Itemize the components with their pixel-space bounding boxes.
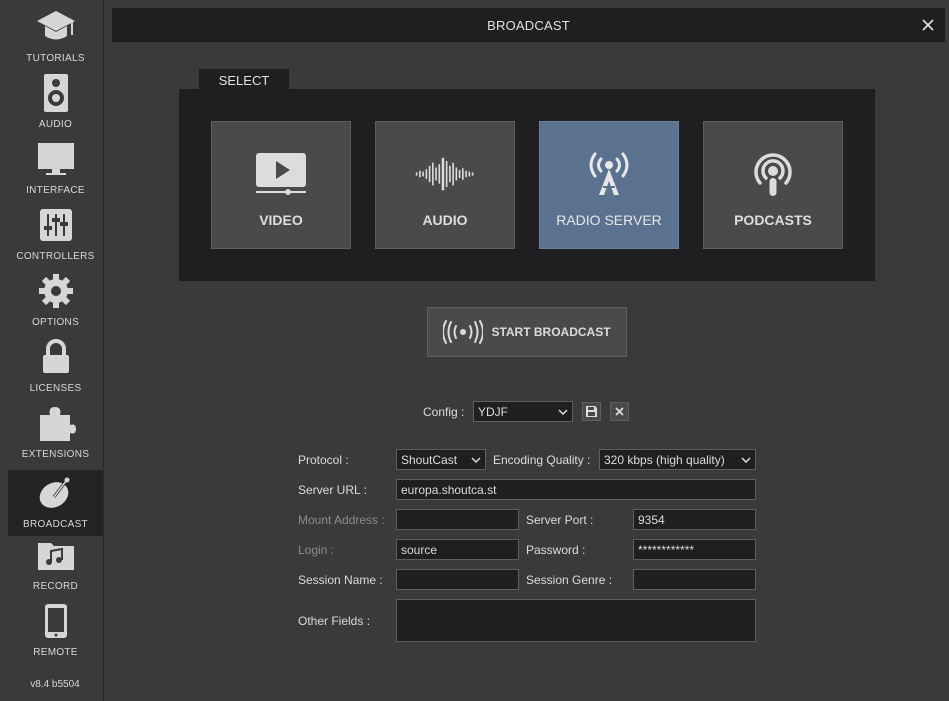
tile-label: AUDIO <box>422 212 468 228</box>
encoding-quality-label: Encoding Quality : <box>493 453 591 467</box>
sidebar-item-label: REMOTE <box>33 647 78 658</box>
version-label: v8.4 b5504 <box>30 679 80 690</box>
mount-address-input[interactable] <box>396 509 519 530</box>
login-input[interactable]: source <box>396 539 519 560</box>
broadcast-waves-icon <box>443 320 484 344</box>
tile-label: VIDEO <box>259 212 303 228</box>
sidebar-item-tutorials[interactable]: TUTORIALS <box>8 4 103 70</box>
monitor-icon <box>36 139 76 179</box>
config-value: YDJF <box>478 404 508 419</box>
delete-config-button[interactable] <box>610 402 629 421</box>
phone-icon <box>36 601 76 641</box>
server-url-input[interactable]: europa.shoutca.st <box>396 479 756 500</box>
sidebar-item-label: CONTROLLERS <box>16 251 95 262</box>
config-dropdown[interactable]: YDJF <box>473 401 573 422</box>
sidebar-item-remote[interactable]: REMOTE <box>8 598 103 664</box>
graduation-cap-icon <box>36 7 76 47</box>
radio-tower-icon <box>579 148 639 200</box>
sidebar-item-label: TUTORIALS <box>26 53 85 64</box>
session-name-input[interactable] <box>396 569 519 590</box>
save-icon <box>586 406 597 417</box>
mount-address-label: Mount Address : <box>298 513 385 527</box>
puzzle-icon <box>36 403 76 443</box>
sidebar-item-label: AUDIO <box>38 119 73 130</box>
window-title: BROADCAST <box>487 17 570 33</box>
sliders-icon <box>36 205 76 245</box>
password-label: Password : <box>526 543 586 557</box>
music-folder-icon <box>36 535 76 575</box>
session-genre-label: Session Genre : <box>526 573 613 587</box>
session-genre-input[interactable] <box>633 569 756 590</box>
sidebar-item-record[interactable]: RECORD <box>8 532 103 598</box>
main-panel: BROADCAST SELECT VIDEO AUDIO RADIO SERVE… <box>103 0 949 701</box>
start-broadcast-label: START BROADCAST <box>491 325 611 339</box>
sidebar-item-interface[interactable]: INTERFACE <box>8 136 103 202</box>
chevron-down-icon <box>471 456 481 463</box>
tile-audio[interactable]: AUDIO <box>375 121 515 249</box>
sidebar-item-broadcast[interactable]: BROADCAST <box>8 470 103 536</box>
sidebar-item-label: INTERFACE <box>26 185 85 196</box>
speaker-icon <box>36 73 76 113</box>
waveform-icon <box>415 148 475 200</box>
sidebar-item-audio[interactable]: AUDIO <box>8 70 103 136</box>
sidebar-item-label: OPTIONS <box>31 317 80 328</box>
sidebar-item-label: EXTENSIONS <box>21 449 90 460</box>
select-tab: SELECT <box>199 69 289 91</box>
config-label: Config : <box>423 405 465 419</box>
login-label: Login : <box>298 543 335 557</box>
protocol-value: ShoutCast <box>401 452 458 467</box>
encoding-quality-value: 320 kbps (high quality) <box>604 452 725 467</box>
video-play-icon <box>251 148 311 200</box>
window-titlebar: BROADCAST <box>112 8 945 42</box>
session-name-label: Session Name : <box>298 573 383 587</box>
broadcast-type-selector: VIDEO AUDIO RADIO SERVER PODCASTS <box>179 89 875 281</box>
tile-label: PODCASTS <box>734 212 812 228</box>
chevron-down-icon <box>558 408 568 415</box>
sidebar-item-label: BROADCAST <box>23 519 88 530</box>
save-config-button[interactable] <box>582 402 601 421</box>
sidebar-item-label: LICENSES <box>29 383 82 394</box>
tile-video[interactable]: VIDEO <box>211 121 351 249</box>
server-url-label: Server URL : <box>298 483 367 497</box>
lock-icon <box>36 337 76 377</box>
server-port-label: Server Port : <box>526 513 594 527</box>
password-input[interactable]: ************ <box>633 539 756 560</box>
broadcast-dish-icon <box>36 473 76 513</box>
sidebar-item-controllers[interactable]: CONTROLLERS <box>8 202 103 268</box>
gear-icon <box>36 271 76 311</box>
close-button[interactable] <box>919 16 937 34</box>
tile-podcasts[interactable]: PODCASTS <box>703 121 843 249</box>
sidebar: TUTORIALS AUDIO INTERFACE CONTROLLERS OP… <box>0 0 103 701</box>
tile-label: RADIO SERVER <box>556 212 662 228</box>
close-icon <box>922 19 934 31</box>
start-broadcast-button[interactable]: START BROADCAST <box>427 307 627 357</box>
tile-radio-server[interactable]: RADIO SERVER <box>539 121 679 249</box>
protocol-dropdown[interactable]: ShoutCast <box>396 449 486 470</box>
other-fields-label: Other Fields : <box>298 614 371 628</box>
sidebar-item-licenses[interactable]: LICENSES <box>8 334 103 400</box>
podcast-icon <box>743 148 803 200</box>
other-fields-textarea[interactable] <box>396 599 756 642</box>
sidebar-item-extensions[interactable]: EXTENSIONS <box>8 400 103 466</box>
server-port-input[interactable]: 9354 <box>633 509 756 530</box>
encoding-quality-dropdown[interactable]: 320 kbps (high quality) <box>599 449 756 470</box>
close-icon <box>615 407 624 416</box>
protocol-label: Protocol : <box>298 453 349 467</box>
chevron-down-icon <box>741 456 751 463</box>
sidebar-item-options[interactable]: OPTIONS <box>8 268 103 334</box>
sidebar-item-label: RECORD <box>32 581 79 592</box>
